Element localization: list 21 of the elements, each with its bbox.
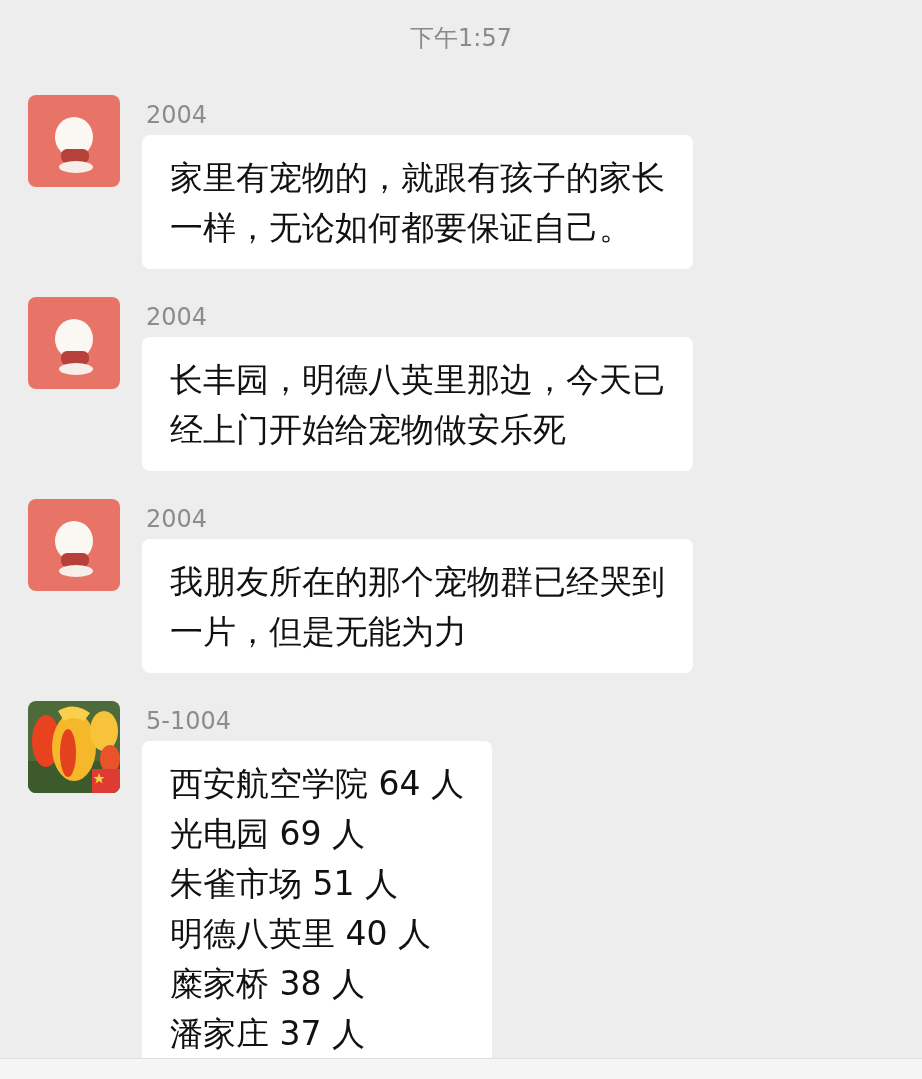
message-text: 潘家庄 37 人	[170, 1013, 366, 1055]
sender-name: 2004	[146, 505, 208, 533]
sender-name: 2004	[146, 303, 208, 331]
avatar-icon[interactable]	[28, 95, 120, 187]
timestamp: 下午1:57	[410, 24, 512, 52]
message-text: 家里有宠物的，就跟有孩子的家长	[170, 157, 665, 199]
message-text: 明德八英里 40 人	[170, 913, 432, 955]
message-text: 长丰园，明德八英里那边，今天已	[170, 359, 665, 401]
message-text: 朱雀市场 51 人	[170, 863, 399, 905]
sender-name: 5-1004	[146, 707, 231, 735]
message-text: 西安航空学院 64 人	[170, 763, 464, 805]
flag-icon	[92, 769, 120, 793]
message-text: 一样，无论如何都要保证自己。	[170, 207, 633, 249]
avatar-icon[interactable]	[28, 297, 120, 389]
avatar-icon[interactable]	[28, 499, 120, 591]
sender-name: 2004	[146, 101, 208, 129]
message-text: 经上门开始给宠物做安乐死	[170, 409, 567, 451]
message-text: 一片，但是无能为力	[170, 611, 468, 653]
message-text: 光电园 69 人	[170, 813, 366, 855]
message-text: 我朋友所在的那个宠物群已经哭到	[170, 561, 665, 603]
message-text: 糜家桥 38 人	[170, 963, 366, 1005]
